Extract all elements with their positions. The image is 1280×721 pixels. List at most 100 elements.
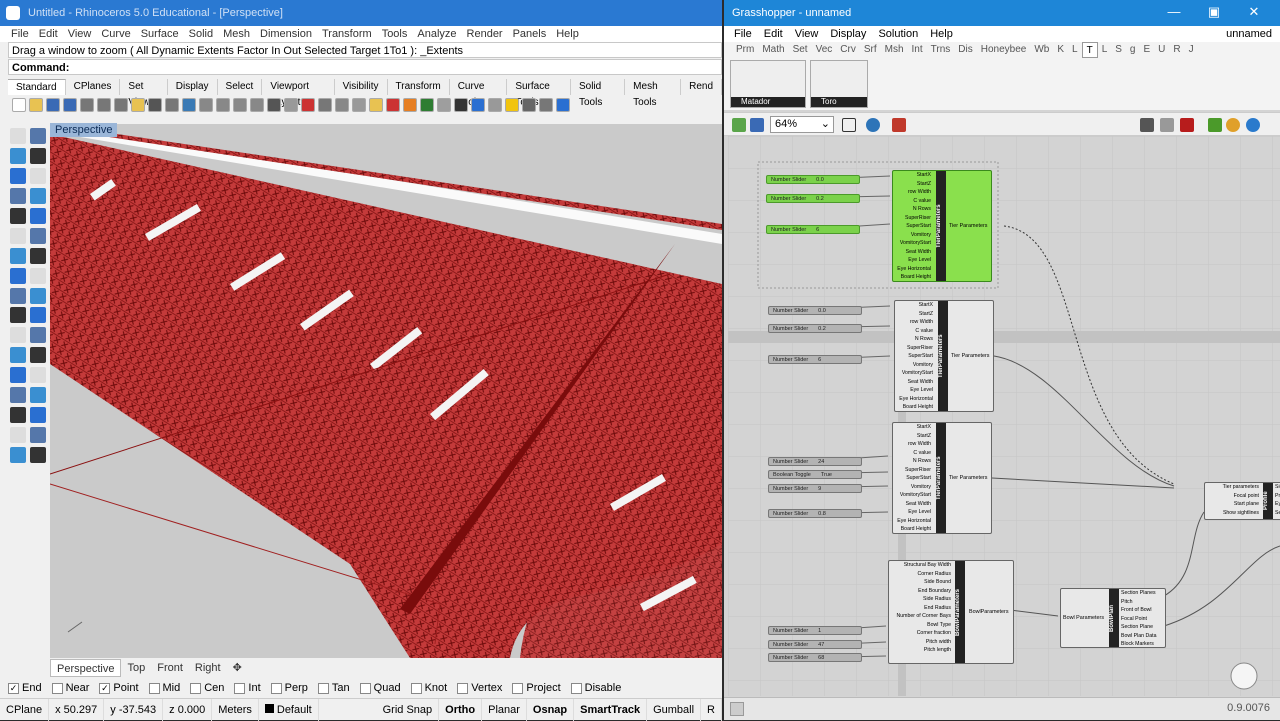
viewport-tab[interactable]: Front (151, 659, 189, 677)
tool-palette-icon[interactable] (10, 447, 26, 464)
tool-palette-icon[interactable] (10, 147, 26, 164)
add-viewport-icon[interactable]: ✥ (227, 659, 248, 677)
sketch-pen-icon[interactable] (892, 118, 906, 132)
toolbar-button-icon[interactable] (420, 98, 434, 112)
tool-palette-icon[interactable] (10, 367, 26, 384)
gh-tab[interactable]: S (1111, 42, 1126, 58)
gh-tab[interactable]: Crv (836, 42, 860, 58)
number-slider[interactable]: Number Slider 68 (768, 653, 862, 662)
tool-palette-icon[interactable] (10, 387, 26, 404)
tool-palette-icon[interactable] (10, 227, 26, 244)
tool-palette-icon[interactable] (30, 207, 46, 224)
osnap-disable[interactable]: Disable (570, 682, 621, 694)
tool-palette-icon[interactable] (30, 427, 46, 444)
tool-palette-icon[interactable] (30, 367, 46, 384)
toolbar-button-icon[interactable] (250, 98, 264, 112)
toolbar-button-icon[interactable] (386, 98, 400, 112)
toolbar-button-icon[interactable] (97, 98, 111, 112)
rhino-menu-item[interactable]: File (6, 26, 34, 42)
number-slider[interactable]: Number Slider 1 (768, 626, 862, 635)
checkbox-icon[interactable]: ✓ (99, 682, 111, 694)
toolbar-button-icon[interactable] (284, 98, 298, 112)
save-file-icon[interactable] (750, 118, 764, 132)
osnap-near[interactable]: Near (51, 682, 89, 694)
tool-palette-icon[interactable] (30, 447, 46, 464)
tool-palette-icon[interactable] (30, 147, 46, 164)
toolbar-tab[interactable]: Solid Tools (571, 79, 626, 108)
gh-tab[interactable]: Wb (1030, 42, 1053, 58)
tool-palette-icon[interactable] (30, 347, 46, 364)
gh-tab[interactable]: U (1154, 42, 1169, 58)
toolbar-tab[interactable]: Rend (681, 79, 722, 95)
checkbox-icon[interactable] (359, 682, 371, 694)
toolbar-button-icon[interactable] (471, 98, 485, 112)
gh-tab[interactable]: Trns (927, 42, 955, 58)
tool-palette-icon[interactable] (10, 307, 26, 324)
viewport-tab[interactable]: Right (189, 659, 227, 677)
gh-menu-item[interactable]: Solution (872, 26, 924, 42)
toolbar-tab[interactable]: Transform (388, 79, 450, 95)
tier-parameters-component-1[interactable]: StartX StartZ row Width C value N Rows SuperR… (892, 170, 992, 282)
toolbar-button-icon[interactable] (80, 98, 94, 112)
tool-palette-icon[interactable] (10, 267, 26, 284)
toolbar-tab[interactable]: Select (218, 79, 263, 95)
gh-tab[interactable]: E (1139, 42, 1154, 58)
toolbar-button-icon[interactable] (216, 98, 230, 112)
number-slider[interactable]: Boolean Toggle True (768, 470, 862, 479)
toolbar-tab[interactable]: Surface Tools (507, 79, 571, 108)
toolbar-button-icon[interactable] (318, 98, 332, 112)
gh-tab[interactable]: Honeybee (977, 42, 1031, 58)
number-slider[interactable]: Number Slider 47 (768, 640, 862, 649)
number-slider[interactable]: Number Slider 0.2 (768, 324, 862, 333)
toolbar-button-icon[interactable] (148, 98, 162, 112)
toolbar-button-icon[interactable] (131, 98, 145, 112)
panel-group-toro[interactable]: Toro (810, 60, 868, 108)
osnap-quad[interactable]: Quad (359, 682, 401, 694)
rhino-menu-item[interactable]: View (63, 26, 97, 42)
toolbar-button-icon[interactable] (46, 98, 60, 112)
lights-icon[interactable] (1226, 118, 1240, 132)
osnap-toggle[interactable]: Osnap (527, 698, 575, 721)
checkbox-icon[interactable] (148, 682, 160, 694)
smarttrack-toggle[interactable]: SmartTrack (574, 698, 648, 721)
wire-mode-icon[interactable] (1160, 118, 1174, 132)
osnap-point[interactable]: ✓ Point (99, 682, 139, 694)
toolbar-tab[interactable]: Standard (8, 79, 66, 95)
zoom-select[interactable]: 64% ⌄ (770, 116, 834, 133)
number-slider[interactable]: Number Slider 0.8 (768, 509, 862, 518)
tool-palette-icon[interactable] (30, 247, 46, 264)
number-slider[interactable]: Number Slider 9 (768, 484, 862, 493)
ortho-toggle[interactable]: Ortho (439, 698, 483, 721)
rhino-menu-item[interactable]: Curve (96, 26, 135, 42)
toolbar-button-icon[interactable] (12, 98, 26, 112)
checkbox-icon[interactable] (570, 682, 582, 694)
gh-tab[interactable]: L (1068, 42, 1082, 58)
viewport-title[interactable]: Perspective (50, 123, 118, 137)
tool-palette-icon[interactable] (30, 287, 46, 304)
toolbar-button-icon[interactable] (522, 98, 536, 112)
rhino-menu-item[interactable]: Panels (508, 26, 552, 42)
checkbox-icon[interactable] (317, 682, 329, 694)
viewport-tab[interactable]: Top (121, 659, 151, 677)
tool-palette-icon[interactable] (10, 347, 26, 364)
tool-palette-icon[interactable] (30, 187, 46, 204)
number-slider[interactable]: Number Slider 6 (766, 225, 860, 234)
gh-menu-item[interactable]: Edit (758, 26, 789, 42)
osnap-knot[interactable]: Knot (410, 682, 447, 694)
rhino-menu-item[interactable]: Tools (377, 26, 413, 42)
gh-tab[interactable]: T (1081, 42, 1098, 58)
shaded-mode-icon[interactable] (1180, 118, 1194, 132)
rhino-menu-item[interactable]: Edit (34, 26, 63, 42)
toolbar-button-icon[interactable] (369, 98, 383, 112)
checkbox-icon[interactable] (410, 682, 422, 694)
rhino-menu-item[interactable]: Render (462, 26, 508, 42)
perspective-viewport[interactable] (50, 124, 722, 658)
grid-snap-toggle[interactable]: Grid Snap (377, 698, 440, 721)
toolbar-tab[interactable]: Visibility (335, 79, 388, 95)
toolbar-tab[interactable]: Viewport Layout (262, 79, 335, 108)
checkbox-icon[interactable] (234, 682, 246, 694)
rhino-menu-item[interactable]: Transform (317, 26, 377, 42)
toolbar-button-icon[interactable] (352, 98, 366, 112)
toolbar-tab[interactable]: CPlanes (66, 79, 121, 95)
toolbar-button-icon[interactable] (505, 98, 519, 112)
